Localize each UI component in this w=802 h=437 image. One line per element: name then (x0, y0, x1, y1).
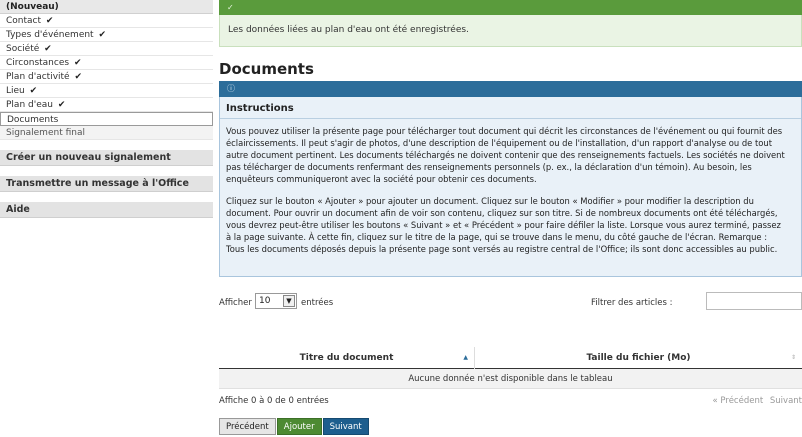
action-buttons: Précédent Ajouter Suivant (219, 418, 370, 436)
sidebar-send-message[interactable]: Transmettre un message à l'Office (0, 176, 213, 192)
sidebar-item-label: Signalement final (6, 128, 85, 138)
checkmark-icon: ✔ (74, 72, 83, 82)
instructions-box: Instructions Vous pouvez utiliser la pré… (219, 97, 802, 277)
instructions-line: pas télécharger de documents renfermant … (226, 162, 752, 172)
checkmark-icon: ✔ (98, 30, 107, 40)
sidebar-item-final-report[interactable]: Signalement final (0, 126, 213, 140)
sidebar-heading: (Nouveau) (0, 0, 213, 14)
info-circle-icon: ⓘ (227, 84, 235, 93)
sidebar-item-label: Types d'événement (6, 30, 94, 40)
filter-input[interactable] (706, 292, 802, 310)
sidebar-item-label: Circonstances (6, 58, 70, 68)
table-controls: Afficher 10 ▼ entrées Filtrer des articl… (219, 287, 802, 317)
sidebar-item-activity-plan[interactable]: Plan d'activité ✔ (0, 70, 213, 84)
sort-ascending-icon: ▲ (463, 354, 468, 361)
sidebar-item-documents[interactable]: Documents (0, 112, 213, 126)
sidebar-help[interactable]: Aide (0, 202, 213, 218)
instructions-line: Tous les documents déposés depuis la pré… (226, 244, 778, 254)
sort-icon: ⇕ (790, 354, 796, 361)
column-header-file-size[interactable]: Taille du fichier (Mo) ⇕ (474, 347, 802, 369)
column-header-title[interactable]: Titre du document ▲ (219, 347, 474, 369)
main-content: ✓ Les données liées au plan d'eau ont ét… (219, 0, 802, 437)
column-header-label: Taille du fichier (Mo) (586, 353, 691, 363)
checkmark-icon: ✔ (29, 86, 38, 96)
entries-count: Affiche 0 à 0 de 0 entrées (219, 396, 329, 406)
checkmark-icon: ✔ (44, 44, 52, 54)
success-message: Les données liées au plan d'eau ont été … (219, 15, 802, 47)
show-entries-label: Afficher (219, 298, 252, 308)
sidebar-item-contact[interactable]: Contact ✔ (0, 14, 213, 28)
instructions-line: vous devrez peut-être utiliser les bouto… (226, 220, 781, 230)
instructions-line: enquêteurs communiqueront avec la sociét… (226, 174, 537, 184)
previous-button[interactable]: Précédent (219, 418, 276, 435)
sidebar-item-water-body[interactable]: Plan d'eau ✔ (0, 98, 213, 112)
sidebar-item-label: Société (6, 44, 40, 54)
documents-table: Titre du document ▲ Taille du fichier (M… (219, 347, 802, 389)
instructions-line: Vous pouvez utiliser la présente page po… (226, 126, 783, 136)
add-button[interactable]: Ajouter (276, 418, 322, 435)
pagination-previous[interactable]: « Précédent (713, 396, 764, 406)
column-header-label: Titre du document (299, 353, 394, 363)
instructions-line: autre document pertinent. Les documents … (226, 150, 785, 160)
filter-label: Filtrer des articles : (591, 298, 673, 308)
check-circle-icon: ✓ (227, 3, 234, 12)
instructions-paragraph-1: Vous pouvez utiliser la présente page po… (226, 125, 801, 185)
sidebar-item-label: Lieu (6, 86, 25, 96)
sidebar-item-label: Contact (6, 16, 42, 26)
sidebar-create-report[interactable]: Créer un nouveau signalement (0, 150, 213, 166)
instructions-title: Instructions (226, 103, 294, 114)
page-title: Documents (219, 60, 314, 78)
info-banner: ⓘ (219, 81, 802, 97)
instructions-line: document. Pour ouvrir un document afin d… (226, 208, 778, 218)
chevron-down-icon: ▼ (283, 295, 295, 307)
next-button[interactable]: Suivant (322, 418, 369, 435)
checkmark-icon: ✔ (73, 58, 82, 68)
pagination: « Précédent Suivant (713, 396, 802, 406)
entries-per-page-select[interactable]: 10 ▼ (255, 293, 297, 309)
instructions-line: éclaircissements. Il peut s'agir de phot… (226, 138, 772, 148)
sidebar-item-location[interactable]: Lieu ✔ (0, 84, 213, 98)
instructions-line: Cliquez sur le bouton « Ajouter » pour a… (226, 196, 754, 206)
success-banner: ✓ (219, 0, 802, 15)
sidebar-item-label: Documents (7, 115, 59, 125)
sidebar-item-circumstances[interactable]: Circonstances ✔ (0, 56, 213, 70)
sidebar: (Nouveau) Contact ✔ Types d'événement ✔ … (0, 0, 213, 437)
divider (220, 118, 801, 119)
show-entries-suffix: entrées (301, 298, 334, 308)
sidebar-item-event-types[interactable]: Types d'événement ✔ (0, 28, 213, 42)
table-empty-row: Aucune donnée n'est disponible dans le t… (219, 369, 802, 389)
entries-per-page-value: 10 (259, 296, 271, 306)
sidebar-item-label: Plan d'activité (6, 72, 70, 82)
checkmark-icon: ✔ (45, 16, 54, 26)
pagination-next[interactable]: Suivant (770, 396, 802, 406)
table-header: Titre du document ▲ Taille du fichier (M… (219, 347, 802, 369)
instructions-paragraph-2: Cliquez sur le bouton « Ajouter » pour a… (226, 195, 801, 255)
checkmark-icon: ✔ (57, 100, 66, 110)
table-footer: Affiche 0 à 0 de 0 entrées « Précédent S… (219, 396, 802, 410)
instructions-line: à la page suivante. À cette fin, cliquez… (226, 232, 768, 242)
sidebar-item-label: Plan d'eau (6, 100, 53, 110)
sidebar-item-company[interactable]: Société ✔ (0, 42, 213, 56)
